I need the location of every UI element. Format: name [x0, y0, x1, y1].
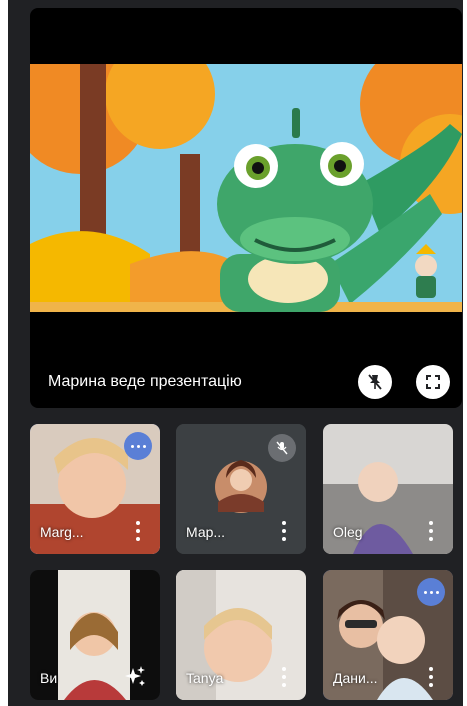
fullscreen-button[interactable]: [416, 365, 450, 399]
participant-tile[interactable]: Tanya: [176, 570, 306, 700]
participant-name: Oleg: [333, 524, 363, 540]
meet-screen: Марина веде презентацію Marg... Мар... O…: [8, 0, 463, 706]
more-options-icon[interactable]: [427, 520, 435, 542]
participant-name: Мар...: [186, 524, 226, 540]
participant-name: Ви: [40, 670, 58, 686]
participant-name: Tanya: [186, 670, 224, 686]
participant-name: Дани...: [333, 670, 378, 686]
participant-tile[interactable]: Oleg: [323, 424, 453, 554]
more-options-icon[interactable]: [280, 520, 288, 542]
mic-off-icon: [268, 434, 296, 462]
participant-name: Marg...: [40, 524, 84, 540]
participant-tile[interactable]: Ви: [30, 570, 160, 700]
participant-tile[interactable]: Дани...: [323, 570, 453, 700]
fullscreen-icon: [426, 375, 440, 389]
presentation-label: Марина веде презентацію: [48, 373, 242, 390]
more-options-icon[interactable]: [280, 666, 288, 688]
more-options-icon[interactable]: [134, 520, 142, 542]
presentation-stage[interactable]: Марина веде презентацію: [30, 8, 462, 408]
speaking-icon: [124, 432, 152, 460]
speaking-icon: [417, 578, 445, 606]
pin-off-icon: [368, 374, 382, 390]
unpin-button[interactable]: [358, 365, 392, 399]
presented-slide: [30, 64, 462, 312]
more-options-icon[interactable]: [427, 666, 435, 688]
participant-tile[interactable]: Marg...: [30, 424, 160, 554]
participant-tile[interactable]: Мар...: [176, 424, 306, 554]
visual-effects-icon[interactable]: [122, 664, 148, 690]
